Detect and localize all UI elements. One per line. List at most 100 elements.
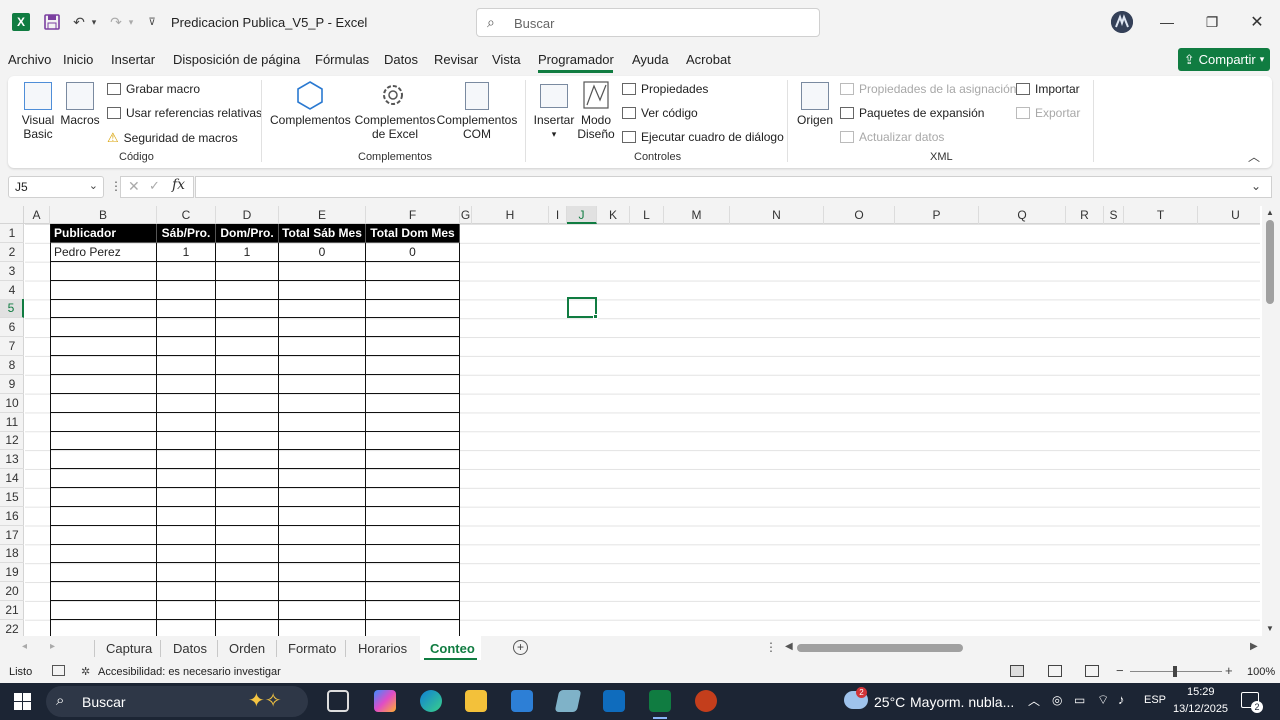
table-cell[interactable]: [366, 374, 460, 394]
table-cell[interactable]: [216, 412, 279, 432]
table-cell[interactable]: [157, 469, 216, 489]
row-header-12[interactable]: 12: [0, 431, 24, 451]
table-cell[interactable]: [216, 355, 279, 375]
table-header-cell[interactable]: Total Dom Mes: [366, 224, 460, 243]
worksheet[interactable]: ABCDEFGHIJKLMNOPQRSTU 1 2 3 4 5 6 7 8 9 10 11 12 13 1…: [0, 206, 1280, 636]
complementos-button[interactable]: Complementos: [270, 113, 351, 127]
table-header-cell[interactable]: Sáb/Pro.: [157, 224, 216, 243]
usar-referencias-button[interactable]: Usar referencias relativas: [107, 106, 262, 120]
table-cell[interactable]: [50, 506, 157, 526]
zoom-in-icon[interactable]: +: [1225, 663, 1233, 678]
table-cell[interactable]: [216, 374, 279, 394]
table-cell[interactable]: [50, 582, 157, 602]
collapse-ribbon-icon[interactable]: ︿: [1248, 148, 1260, 165]
sheet-tab-formato[interactable]: Formato: [288, 641, 336, 656]
column-header-d[interactable]: D: [216, 206, 279, 224]
weather-temp[interactable]: 25°C: [874, 694, 905, 710]
table-cell[interactable]: [157, 280, 216, 300]
redo-dropdown-icon[interactable]: ▾: [126, 12, 136, 32]
exportar-button[interactable]: Exportar: [1016, 106, 1080, 120]
table-cell[interactable]: [279, 431, 366, 451]
next-sheet-icon[interactable]: ▸: [50, 641, 55, 652]
row-header-5[interactable]: 5: [0, 299, 24, 319]
formula-input[interactable]: ⌄: [195, 176, 1272, 198]
app-icon[interactable]: [554, 690, 582, 712]
propiedades-asignacion-button[interactable]: Propiedades de la asignación: [840, 82, 1016, 96]
row-header-3[interactable]: 3: [0, 262, 24, 281]
table-cell[interactable]: Pedro Perez: [50, 242, 157, 262]
table-cell[interactable]: [216, 318, 279, 338]
user-avatar[interactable]: [1111, 11, 1133, 33]
table-cell[interactable]: [50, 544, 157, 564]
table-cell[interactable]: [216, 487, 279, 507]
file-explorer-icon[interactable]: [465, 690, 487, 712]
powerpoint-icon[interactable]: [695, 690, 717, 712]
table-cell[interactable]: [50, 374, 157, 394]
accessibility-icon[interactable]: ✲: [81, 665, 90, 678]
row-header-6[interactable]: 6: [0, 318, 24, 338]
column-header-p[interactable]: P: [895, 206, 979, 224]
add-sheet-icon[interactable]: +: [513, 640, 528, 655]
row-header-22[interactable]: 22: [0, 620, 24, 636]
store-icon[interactable]: [511, 690, 533, 712]
table-cell[interactable]: [157, 393, 216, 413]
insertar-control-button[interactable]: Insertar: [532, 113, 576, 127]
weather-desc[interactable]: Mayorm. nubla...: [910, 694, 1014, 710]
table-header-cell[interactable]: Publicador: [50, 224, 157, 243]
row-header-7[interactable]: 7: [0, 337, 24, 357]
table-cell[interactable]: [216, 337, 279, 357]
table-cell[interactable]: [50, 412, 157, 432]
table-cell[interactable]: [366, 563, 460, 583]
table-cell[interactable]: [279, 337, 366, 357]
column-header-i[interactable]: I: [549, 206, 567, 224]
zoom-slider-knob[interactable]: [1173, 666, 1177, 677]
tab-revisar[interactable]: Revisar: [434, 52, 478, 67]
tab-ayuda[interactable]: Ayuda: [632, 52, 669, 67]
table-cell[interactable]: [366, 601, 460, 620]
table-cell[interactable]: [216, 450, 279, 470]
normal-view-icon[interactable]: [1010, 665, 1024, 677]
edge-icon[interactable]: [420, 690, 442, 712]
table-header-cell[interactable]: Total Sáb Mes: [279, 224, 366, 243]
table-cell[interactable]: 0: [366, 242, 460, 262]
table-cell[interactable]: [216, 601, 279, 620]
scroll-up-icon[interactable]: ▲: [1266, 208, 1274, 217]
chevron-up-icon[interactable]: ︿: [1028, 692, 1040, 709]
visual-basic-button[interactable]: Visual Basic: [16, 113, 60, 141]
sheet-tab-horarios[interactable]: Horarios: [358, 641, 407, 656]
row-header-14[interactable]: 14: [0, 469, 24, 489]
macro-record-icon[interactable]: [52, 665, 65, 676]
table-cell[interactable]: [157, 525, 216, 545]
actualizar-datos-button[interactable]: Actualizar datos: [840, 130, 944, 144]
complementos-excel-button[interactable]: Complementos de Excel: [353, 113, 437, 141]
complementos-com-button[interactable]: Complementos COM: [436, 113, 518, 141]
table-cell[interactable]: [50, 525, 157, 545]
tab-formulas[interactable]: Fórmulas: [315, 52, 369, 67]
table-cell[interactable]: [50, 318, 157, 338]
table-cell[interactable]: [366, 469, 460, 489]
name-box[interactable]: J5 ⌄: [8, 176, 104, 198]
table-cell[interactable]: [279, 582, 366, 602]
table-cell[interactable]: [366, 487, 460, 507]
table-cell[interactable]: [157, 261, 216, 281]
importar-button[interactable]: Importar: [1016, 82, 1080, 96]
ejecutar-dialogo-button[interactable]: Ejecutar cuadro de diálogo: [622, 130, 784, 144]
table-cell[interactable]: [366, 393, 460, 413]
minimize-icon[interactable]: —: [1152, 10, 1182, 34]
tab-datos[interactable]: Datos: [384, 52, 418, 67]
row-header-19[interactable]: 19: [0, 563, 24, 583]
tab-vista[interactable]: Vista: [492, 52, 521, 67]
table-cell[interactable]: [157, 318, 216, 338]
row-header-18[interactable]: 18: [0, 544, 24, 564]
table-cell[interactable]: [157, 544, 216, 564]
table-cell[interactable]: [157, 355, 216, 375]
table-cell[interactable]: [50, 619, 157, 636]
column-header-a[interactable]: A: [24, 206, 50, 224]
sheet-tab-conteo[interactable]: Conteo: [430, 641, 475, 656]
table-cell[interactable]: [366, 431, 460, 451]
restore-icon[interactable]: ❐: [1197, 10, 1227, 34]
table-cell[interactable]: [157, 374, 216, 394]
ver-codigo-button[interactable]: Ver código: [622, 106, 698, 120]
table-cell[interactable]: [157, 563, 216, 583]
clock-date[interactable]: 13/12/2025: [1173, 703, 1228, 715]
